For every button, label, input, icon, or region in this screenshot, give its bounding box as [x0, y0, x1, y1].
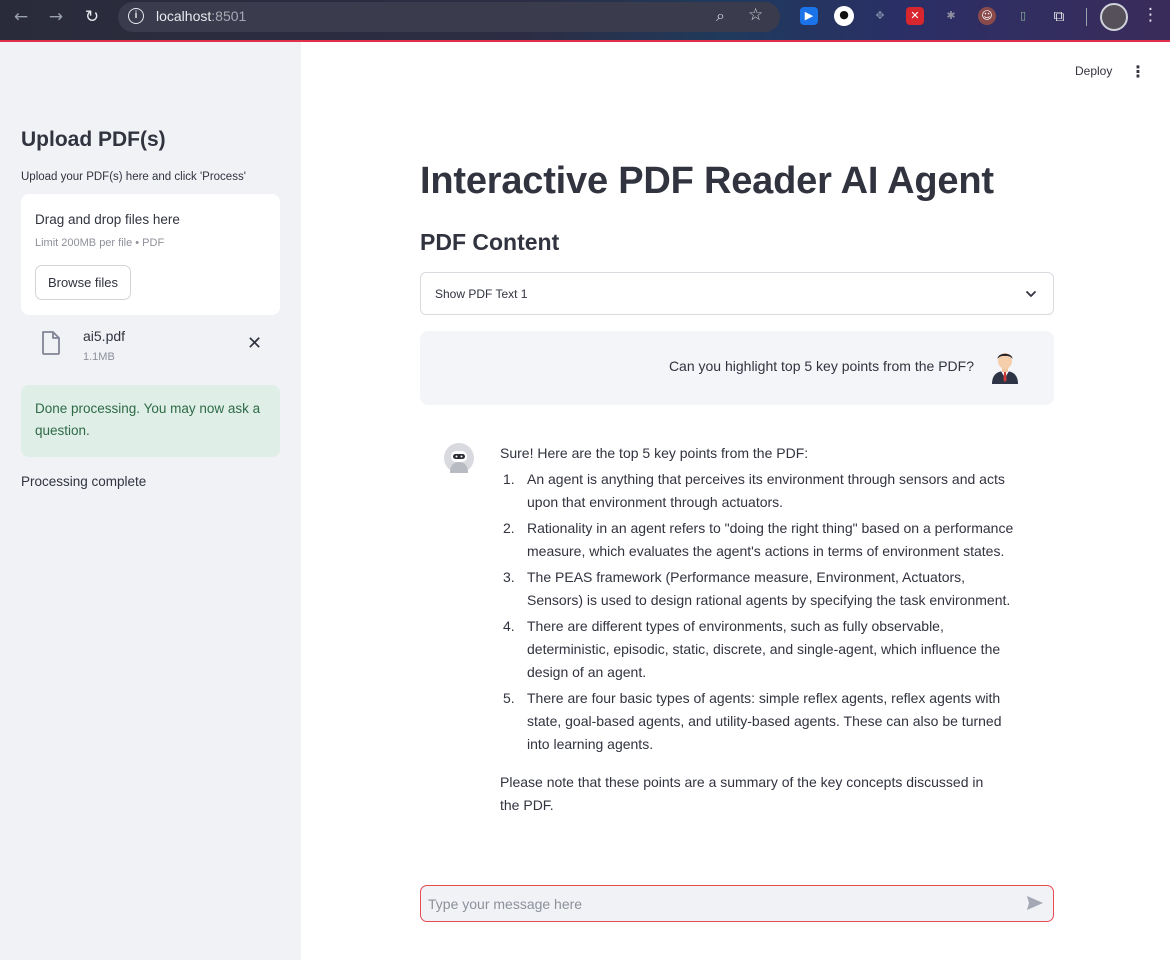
list-item-number: 5.: [503, 690, 515, 706]
list-item-text: Rationality in an agent refers to "doing…: [527, 520, 1014, 559]
extension-phone-icon[interactable]: ▯: [1014, 7, 1032, 25]
deploy-button[interactable]: Deploy: [1075, 64, 1112, 78]
file-size: 1.1MB: [83, 351, 115, 363]
uploaded-file: ai5.pdf 1.1MB ✕: [21, 322, 280, 370]
site-info-icon[interactable]: i: [128, 8, 144, 24]
profile-avatar[interactable]: [1100, 3, 1128, 31]
extension-ghost-icon[interactable]: ●: [834, 6, 854, 26]
app-menu-icon[interactable]: ⋮: [1130, 62, 1146, 81]
page-title: Interactive PDF Reader AI Agent: [420, 160, 994, 202]
url-host: localhost: [156, 8, 212, 24]
list-item-text: There are four basic types of agents: si…: [527, 690, 1002, 752]
toolbar-divider: [1086, 8, 1087, 26]
browser-toolbar: ← → ↻ i localhost:8501 ⌕ ☆ ▶ ● ✥ ✕ ✱ ☺ ▯…: [0, 0, 1170, 42]
browse-files-button[interactable]: Browse files: [35, 265, 131, 300]
extension-icon[interactable]: ▶: [800, 7, 818, 25]
bookmark-star-icon[interactable]: ☆: [748, 5, 763, 25]
sidebar: Upload PDF(s) Upload your PDF(s) here an…: [0, 42, 301, 960]
user-message-text: Can you highlight top 5 key points from …: [668, 358, 974, 374]
list-item-text: An agent is anything that perceives its …: [527, 471, 1005, 510]
list-item-number: 4.: [503, 618, 515, 634]
address-bar[interactable]: i localhost:8501 ⌕ ☆: [118, 2, 780, 32]
address-url[interactable]: localhost:8501: [156, 8, 246, 24]
list-item-text: There are different types of environment…: [527, 618, 1001, 680]
list-item: 2. Rationality in an agent refers to "doi…: [500, 517, 1015, 563]
forward-arrow-icon[interactable]: →: [44, 6, 68, 28]
list-item-text: The PEAS framework (Performance measure,…: [527, 569, 1011, 608]
chevron-down-icon: [1025, 287, 1037, 305]
chat-input-box[interactable]: [420, 885, 1054, 922]
list-item-number: 1.: [503, 471, 515, 487]
extension-network-icon[interactable]: ✥: [871, 7, 889, 25]
section-title: PDF Content: [420, 229, 560, 255]
user-chat-message: Can you highlight top 5 key points from …: [420, 331, 1054, 405]
assistant-outro: Please note that these points are a summ…: [500, 774, 984, 813]
file-name: ai5.pdf: [83, 328, 126, 344]
extension-bug-icon[interactable]: ✱: [942, 7, 960, 25]
send-icon[interactable]: [1026, 895, 1044, 916]
extension-face-icon[interactable]: ☺: [978, 7, 996, 25]
back-arrow-icon[interactable]: ←: [9, 6, 33, 28]
remove-file-icon[interactable]: ✕: [247, 333, 262, 354]
user-avatar-icon: [989, 350, 1021, 389]
expander-label: Show PDF Text 1: [435, 287, 528, 301]
file-dropzone[interactable]: Drag and drop files here Limit 200MB per…: [21, 194, 280, 315]
list-item-number: 3.: [503, 569, 515, 585]
extensions-puzzle-icon[interactable]: ⧉: [1050, 7, 1068, 25]
url-port: :8501: [211, 8, 247, 24]
chat-message-input[interactable]: [428, 891, 1008, 917]
success-message: Done processing. You may now ask a quest…: [35, 401, 261, 438]
assistant-chat-message: Sure! Here are the top 5 key points from…: [500, 442, 1015, 817]
list-item: 3. The PEAS framework (Performance measur…: [500, 566, 1015, 612]
pdf-text-expander[interactable]: Show PDF Text 1: [420, 272, 1054, 315]
list-item: 1. An agent is anything that perceives it…: [500, 468, 1015, 514]
success-alert: Done processing. You may now ask a quest…: [21, 385, 280, 457]
reload-icon[interactable]: ↻: [80, 6, 104, 28]
sidebar-description: Upload your PDF(s) here and click 'Proce…: [21, 171, 246, 183]
processing-status: Processing complete: [21, 474, 147, 489]
extension-block-icon[interactable]: ✕: [906, 7, 924, 25]
assistant-intro: Sure! Here are the top 5 key points from…: [500, 445, 809, 461]
bot-avatar-icon: [444, 443, 474, 478]
list-item-number: 2.: [503, 520, 515, 536]
sidebar-title: Upload PDF(s): [21, 128, 166, 151]
browser-menu-icon[interactable]: ⋮: [1142, 5, 1159, 25]
dropzone-title: Drag and drop files here: [35, 212, 180, 227]
key-points-list: 1. An agent is anything that perceives it…: [500, 468, 1015, 756]
list-item: 4. There are different types of environme…: [500, 615, 1015, 684]
dropzone-limit: Limit 200MB per file • PDF: [35, 237, 165, 249]
file-icon: [41, 331, 61, 360]
list-item: 5. There are four basic types of agents: …: [500, 687, 1015, 756]
zoom-icon[interactable]: ⌕: [716, 6, 725, 26]
